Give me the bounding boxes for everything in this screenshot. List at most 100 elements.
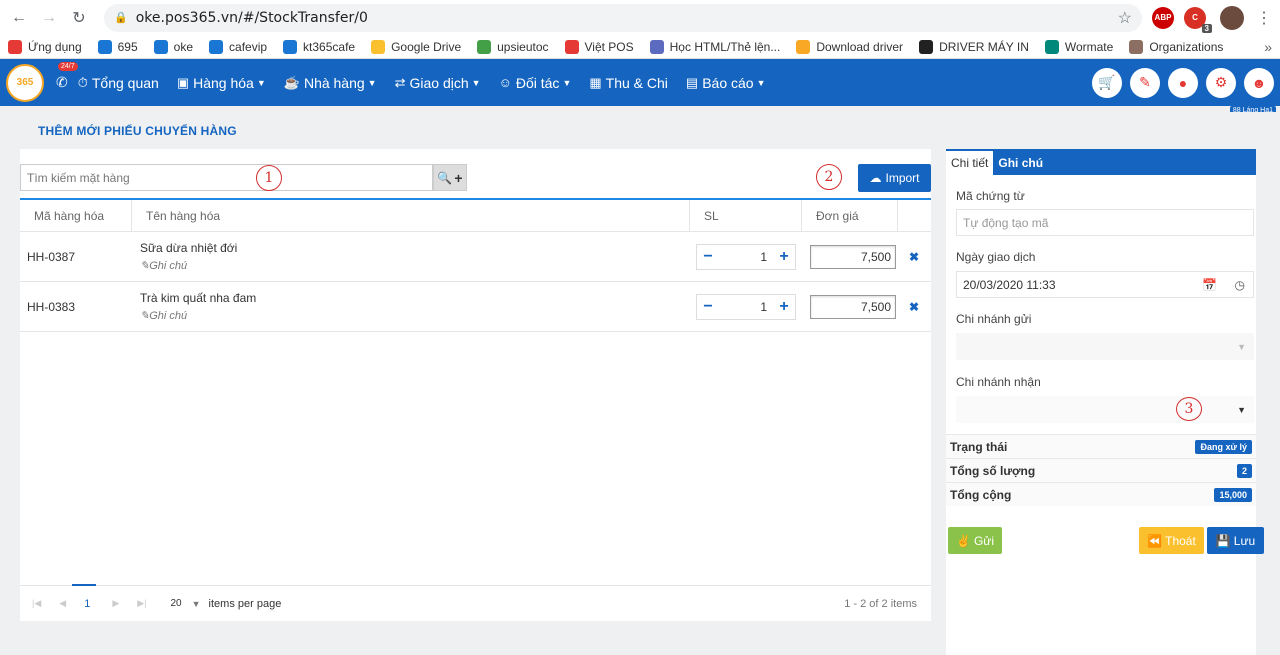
phone-icon[interactable]: ✆ 24/7 bbox=[56, 62, 78, 91]
unit-price-input[interactable]: 7,500 bbox=[810, 294, 896, 319]
col-qty[interactable]: SL bbox=[690, 200, 802, 231]
cart-icon[interactable]: 🛒 bbox=[1092, 67, 1122, 98]
calendar-icon[interactable]: 📅 bbox=[1202, 278, 1217, 292]
bookmark-favicon-icon bbox=[1129, 39, 1144, 54]
quantity-stepper: −1 + bbox=[696, 243, 796, 270]
bookmark-item[interactable]: Download driver bbox=[796, 39, 903, 54]
menu-products[interactable]: ▣ Hàng hóa ▼ bbox=[177, 75, 266, 91]
remove-item-icon[interactable]: ✖ bbox=[898, 250, 930, 264]
item-note-link[interactable]: ✎Ghi chú bbox=[140, 259, 690, 272]
search-icon: 🔍 bbox=[437, 170, 453, 185]
date-input[interactable]: 20/03/2020 11:33 📅 ◷ bbox=[956, 271, 1254, 298]
prev-page-icon[interactable]: ◀ bbox=[59, 598, 66, 609]
bookmark-item[interactable]: Google Drive bbox=[371, 39, 461, 54]
menu-transactions[interactable]: ⇄ Giao dịch ▼ bbox=[395, 75, 481, 91]
users-icon: ☺ bbox=[498, 75, 512, 90]
minus-icon[interactable]: − bbox=[697, 295, 719, 319]
quantity-input[interactable]: 1 bbox=[719, 250, 773, 264]
bookmark-item[interactable]: Wormate bbox=[1044, 39, 1113, 54]
caret-down-icon: ▼ bbox=[367, 77, 377, 88]
extension-c-icon[interactable]: C3 bbox=[1184, 6, 1212, 33]
total-qty-row: Tổng số lượng 2 bbox=[946, 458, 1256, 482]
edit-note-icon: ✎ bbox=[140, 310, 150, 322]
col-price[interactable]: Đơn giá bbox=[802, 200, 898, 231]
bookmark-item[interactable]: Ứng dụng bbox=[8, 39, 82, 54]
caret-down-icon: ▼ bbox=[1237, 341, 1246, 352]
bookmarks-bar: Ứng dụng 695 oke cafevip kt365cafe Google Dri… bbox=[0, 35, 1280, 59]
bookmark-item[interactable]: DRIVER MÁY IN bbox=[919, 39, 1029, 54]
adblock-extension-icon[interactable]: ABP bbox=[1152, 6, 1174, 29]
from-branch-select[interactable]: ▼ bbox=[956, 333, 1254, 360]
search-add-button[interactable]: 🔍 + bbox=[433, 164, 467, 191]
exit-button[interactable]: ⏪ Thoát bbox=[1139, 527, 1204, 554]
current-page[interactable]: 1 bbox=[71, 583, 97, 610]
bookmark-star-icon[interactable]: ☆ bbox=[1118, 8, 1132, 28]
first-page-icon[interactable]: |◀ bbox=[32, 598, 41, 609]
menu-partners[interactable]: ☺ Đối tác ▼ bbox=[499, 75, 572, 91]
minus-icon[interactable]: − bbox=[697, 245, 719, 269]
import-button[interactable]: ☁ Import bbox=[858, 164, 931, 192]
profile-avatar[interactable] bbox=[1220, 5, 1244, 30]
menu-overview[interactable]: ⏱ Tổng quan bbox=[78, 75, 159, 91]
bookmark-item[interactable]: cafevip bbox=[209, 39, 267, 54]
col-code[interactable]: Mã hàng hóa bbox=[20, 200, 132, 231]
to-branch-select[interactable]: ▼ bbox=[956, 396, 1254, 423]
search-placeholder: Tìm kiếm mặt hàng bbox=[27, 170, 130, 185]
last-page-icon[interactable]: ▶| bbox=[137, 598, 146, 609]
forward-arrow-icon[interactable]: → bbox=[38, 7, 60, 29]
bookmark-item[interactable]: kt365cafe bbox=[283, 39, 355, 54]
tab-details[interactable]: Chi tiết bbox=[946, 151, 994, 175]
page-size-select[interactable]: 20 bbox=[171, 598, 182, 609]
item-name: Sữa dừa nhiệt đới bbox=[140, 241, 238, 255]
bookmark-item[interactable]: Việt POS bbox=[564, 39, 634, 54]
menu-restaurant[interactable]: ☕ Nhà hàng ▼ bbox=[284, 75, 377, 91]
price-cell: 7,500 bbox=[802, 294, 898, 319]
user-icon[interactable]: ☻ bbox=[1244, 67, 1274, 98]
caret-down-icon: ▼ bbox=[562, 77, 572, 88]
settings-gear-icon[interactable]: ⚙ bbox=[1206, 67, 1236, 98]
quantity-input[interactable]: 1 bbox=[719, 300, 773, 314]
cup-icon: ☕ bbox=[283, 74, 300, 90]
caret-down-icon[interactable]: ▼ bbox=[192, 599, 201, 609]
bookmark-item[interactable]: 695 bbox=[97, 39, 138, 54]
bookmark-favicon-icon bbox=[1044, 39, 1059, 54]
grid-body: HH-0387 Sữa dừa nhiệt đới ✎Ghi chú −1 +7,500… bbox=[20, 232, 931, 332]
note-label: Ghi chú bbox=[149, 260, 188, 272]
send-button[interactable]: ✌ Gửi bbox=[948, 527, 1002, 554]
plus-icon[interactable]: + bbox=[773, 295, 795, 319]
menu-reports[interactable]: ▤ Báo cáo ▼ bbox=[686, 75, 766, 91]
unit-price-input[interactable]: 7,500 bbox=[810, 244, 896, 269]
col-name[interactable]: Tên hàng hóa bbox=[132, 200, 690, 231]
next-page-icon[interactable]: ▶ bbox=[112, 598, 119, 609]
pos365-logo[interactable]: 365 bbox=[6, 63, 44, 102]
bookmark-label: Organizations bbox=[1149, 39, 1224, 54]
clock-icon[interactable]: ◷ bbox=[1235, 278, 1245, 292]
location-icon[interactable]: ● bbox=[1168, 67, 1198, 98]
qty-cell: −1 + bbox=[690, 243, 802, 270]
bookmark-item[interactable]: Organizations bbox=[1129, 39, 1224, 54]
bookmark-item[interactable]: upsieutoc bbox=[477, 39, 549, 54]
total-qty-label: Tổng số lượng bbox=[950, 463, 1036, 478]
bookmark-label: Học HTML/Thẻ lện... bbox=[669, 39, 781, 54]
item-note-link[interactable]: ✎Ghi chú bbox=[140, 309, 690, 322]
exchange-icon: ⇄ bbox=[394, 74, 406, 90]
save-button[interactable]: 💾 Lưu bbox=[1207, 527, 1264, 554]
back-arrow-icon[interactable]: ← bbox=[8, 7, 30, 29]
menu-cashflow[interactable]: ▦ Thu & Chi bbox=[589, 75, 668, 91]
bookmarks-overflow-icon[interactable]: » bbox=[1264, 39, 1272, 55]
plus-icon[interactable]: + bbox=[773, 245, 795, 269]
more-menu-icon[interactable]: ⋮ bbox=[1256, 8, 1272, 28]
edit-icon[interactable]: ✎ bbox=[1130, 67, 1160, 98]
product-search-input[interactable]: Tìm kiếm mặt hàng bbox=[20, 164, 433, 191]
bookmark-label: oke bbox=[173, 39, 194, 54]
total-qty-badge: 2 bbox=[1236, 463, 1252, 478]
address-bar[interactable]: 🔒 oke.pos365.vn/#/StockTransfer/0 ☆ bbox=[104, 3, 1142, 32]
doc-code-input[interactable]: Tự động tạo mã bbox=[956, 209, 1254, 236]
reload-icon[interactable]: ↻ bbox=[68, 7, 90, 29]
bookmark-item[interactable]: oke bbox=[153, 39, 194, 54]
bookmark-item[interactable]: Học HTML/Thẻ lện... bbox=[649, 39, 781, 54]
tab-notes[interactable]: Ghi chú bbox=[993, 151, 1048, 175]
bookmark-favicon-icon bbox=[97, 39, 112, 54]
remove-item-icon[interactable]: ✖ bbox=[898, 300, 930, 314]
bookmark-favicon-icon bbox=[283, 39, 298, 54]
